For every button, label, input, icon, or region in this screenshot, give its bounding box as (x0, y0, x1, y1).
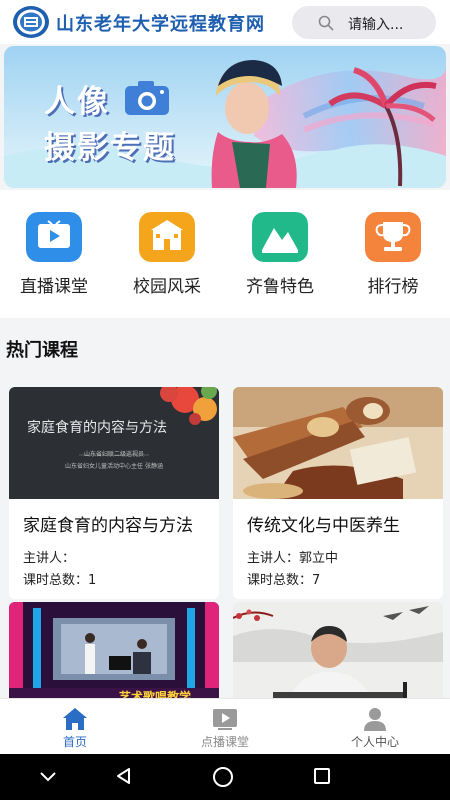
course-lecturer: 主讲人：郭立中 (247, 547, 338, 566)
lessons-value: 7 (312, 573, 321, 588)
lecturer-label: 主讲人： (247, 551, 300, 566)
course-card[interactable]: 传统文化与中医养生 主讲人：郭立中 课时总数：7 (233, 387, 443, 599)
university-seal-logo (13, 6, 49, 38)
bottom-tab-bar: 首页 点播课堂 个人中心 (0, 698, 450, 754)
quick-nav-live-class[interactable]: 直播课堂 (4, 212, 104, 302)
search-icon (318, 15, 334, 31)
tab-label: 个人中心 (350, 735, 399, 749)
course-lesson-count: 课时总数：1 (23, 569, 96, 588)
lessons-value: 1 (88, 573, 97, 588)
promo-banner[interactable]: 人像 摄影专题 (4, 46, 446, 188)
course-thumbnail (233, 387, 443, 499)
thumbnail-subtitle: 山东省妇女儿童活动中心主任 张静涵 (65, 463, 163, 470)
tv-play-icon (26, 212, 82, 262)
quick-nav-qilu[interactable]: 齐鲁特色 (230, 212, 330, 302)
recents-icon[interactable] (312, 766, 332, 786)
collapse-icon[interactable] (38, 766, 58, 786)
camera-icon (125, 81, 169, 115)
school-building-icon (139, 212, 195, 262)
course-lecturer: 主讲人： (23, 547, 75, 566)
quick-nav: 直播课堂 校园风采 齐鲁特色 排行榜 (0, 190, 450, 318)
banner-heading-line2: 摄影专题 (44, 130, 176, 166)
tab-home[interactable]: 首页 (0, 699, 150, 755)
lecturer-label: 主讲人： (23, 551, 76, 566)
course-thumbnail (233, 602, 443, 698)
thumbnail-subtitle: 山东省妇联二级巡视员 (83, 451, 144, 458)
search-bar[interactable]: 请输入... (292, 6, 436, 39)
site-title: 山东老年大学远程教育网 (56, 14, 265, 35)
mountain-icon (252, 212, 308, 262)
course-thumbnail: 家庭食育的内容与方法 山东省妇联二级巡视员 山东省妇女儿童活动中心主任 张静涵 (9, 387, 219, 499)
lecturer-name: 郭立中 (299, 551, 339, 566)
lessons-label: 课时总数： (23, 573, 89, 588)
course-card[interactable]: 艺术歌唱教学 (9, 602, 219, 698)
banner-heading-line1: 人像 (44, 84, 110, 120)
quick-nav-label: 排行榜 (367, 277, 419, 297)
quick-nav-label: 校园风采 (133, 277, 201, 297)
tab-profile[interactable]: 个人中心 (300, 699, 450, 755)
back-icon[interactable] (114, 766, 134, 786)
top-header: 山东老年大学远程教育网 请输入... (0, 0, 450, 44)
thumbnail-heading: 艺术歌唱教学 (119, 690, 192, 698)
quick-nav-label: 直播课堂 (20, 277, 88, 297)
course-card[interactable] (233, 602, 443, 698)
search-placeholder: 请输入... (348, 17, 404, 33)
trophy-icon (365, 212, 421, 262)
course-thumbnail: 艺术歌唱教学 (9, 602, 219, 698)
quick-nav-campus[interactable]: 校园风采 (117, 212, 217, 302)
quick-nav-ranking[interactable]: 排行榜 (343, 212, 443, 302)
tab-label: 点播课堂 (200, 735, 249, 749)
course-lesson-count: 课时总数：7 (247, 569, 320, 588)
home-icon (63, 708, 87, 730)
system-navigation-bar (0, 754, 450, 800)
app-screen: 山东老年大学远程教育网 请输入... 人像 摄影专题 直播课堂 校园风采 齐鲁特… (0, 0, 450, 800)
tab-on-demand[interactable]: 点播课堂 (150, 699, 300, 755)
lessons-label: 课时总数： (247, 573, 313, 588)
course-list: 家庭食育的内容与方法 山东省妇联二级巡视员 山东省妇女儿童活动中心主任 张静涵 … (0, 372, 450, 698)
quick-nav-label: 齐鲁特色 (246, 277, 314, 297)
thumbnail-heading: 家庭食育的内容与方法 (27, 420, 167, 436)
course-title: 传统文化与中医养生 (247, 516, 400, 536)
home-circle-icon[interactable] (212, 766, 234, 788)
course-card[interactable]: 家庭食育的内容与方法 山东省妇联二级巡视员 山东省妇女儿童活动中心主任 张静涵 … (9, 387, 219, 599)
course-title: 家庭食育的内容与方法 (23, 516, 193, 536)
tab-label: 首页 (62, 735, 87, 749)
section-title-hot-courses: 热门课程 (6, 340, 78, 361)
user-icon (364, 708, 386, 731)
video-play-icon (213, 709, 237, 730)
